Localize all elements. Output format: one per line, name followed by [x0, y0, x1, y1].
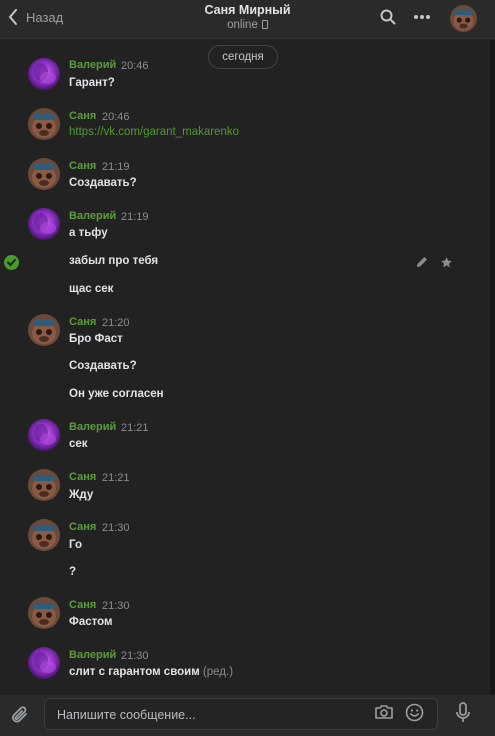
avatar-valery[interactable] — [28, 419, 60, 451]
message-text: Гарант? — [69, 77, 115, 89]
scrollbar[interactable] — [490, 40, 495, 695]
avatar-sanya[interactable] — [28, 597, 60, 629]
message-composer: Напишите сообщение... — [0, 695, 495, 736]
message-input-placeholder: Напишите сообщение... — [57, 708, 196, 722]
header-avatar[interactable] — [450, 5, 477, 32]
back-label: Назад — [26, 9, 64, 25]
message-text: а тьфу — [69, 227, 108, 239]
chevron-left-icon — [8, 9, 17, 25]
message-author[interactable]: Валерий — [69, 210, 116, 222]
message-time: 21:30 — [102, 600, 130, 612]
selected-check-icon[interactable] — [4, 255, 19, 270]
message-text: Он уже согласен — [69, 388, 164, 400]
camera-icon[interactable] — [374, 704, 394, 720]
message-text: ? — [69, 566, 77, 578]
message-text: забыл про тебя — [69, 255, 159, 267]
message-author[interactable]: Саня — [69, 521, 96, 533]
message-author[interactable]: Саня — [69, 316, 96, 328]
message-time: 21:21 — [121, 422, 149, 434]
message-text: слит с гарантом своим (ред.) — [69, 666, 234, 678]
message-author[interactable]: Саня — [69, 599, 96, 611]
avatar-sanya[interactable] — [28, 314, 60, 346]
avatar-sanya[interactable] — [28, 108, 60, 140]
message-text: сек — [69, 438, 88, 450]
message-text: Го — [69, 539, 82, 551]
mobile-icon — [261, 20, 268, 29]
message-time: 21:20 — [102, 317, 130, 329]
message-time: 21:19 — [121, 211, 149, 223]
message-time: 21:21 — [102, 472, 130, 484]
message-text: Создавать? — [69, 177, 137, 189]
more-icon[interactable] — [413, 14, 431, 20]
chat-header: Назад Саня Мирный online — [0, 0, 495, 39]
message-time: 21:19 — [102, 161, 130, 173]
paperclip-icon[interactable] — [10, 704, 30, 726]
edited-marker: (ред.) — [202, 666, 234, 678]
message-text: Фастом — [69, 616, 113, 628]
message-author[interactable]: Валерий — [69, 421, 116, 433]
avatar-sanya[interactable] — [28, 158, 60, 190]
avatar-valery[interactable] — [28, 208, 60, 240]
message-author[interactable]: Валерий — [69, 649, 116, 661]
avatar-valery[interactable] — [28, 647, 60, 679]
message-time: 21:30 — [102, 522, 130, 534]
back-button[interactable]: Назад — [8, 9, 63, 25]
date-divider: сегодня — [208, 45, 278, 69]
microphone-icon[interactable] — [455, 702, 471, 724]
message-text: Создавать? — [69, 360, 137, 372]
avatar-valery[interactable] — [28, 58, 60, 90]
star-icon[interactable] — [440, 256, 453, 269]
message-author[interactable]: Валерий — [69, 59, 116, 71]
message-time: 20:46 — [102, 111, 130, 123]
message-author[interactable]: Саня — [69, 160, 96, 172]
smile-icon[interactable] — [405, 703, 424, 722]
message-text: Жду — [69, 489, 94, 501]
message-link[interactable]: https://vk.com/garant_makarenko — [69, 126, 239, 138]
online-status: online — [0, 19, 495, 31]
message-time: 20:46 — [121, 60, 149, 72]
message-author[interactable]: Саня — [69, 110, 96, 122]
message-author[interactable]: Саня — [69, 471, 96, 483]
avatar-sanya[interactable] — [28, 519, 60, 551]
pencil-icon[interactable] — [416, 256, 428, 268]
message-text: Бро Фаст — [69, 333, 123, 345]
search-icon[interactable] — [380, 9, 396, 25]
message-time: 21:30 — [121, 650, 149, 662]
avatar-sanya[interactable] — [28, 469, 60, 501]
message-text: щас сек — [69, 283, 114, 295]
